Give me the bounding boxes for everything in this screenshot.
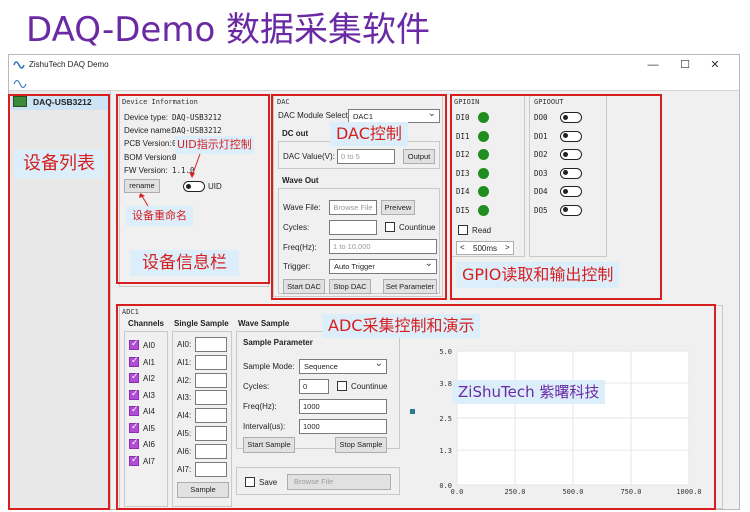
close-button[interactable]: ✕ bbox=[707, 58, 723, 72]
rename-arrow-head bbox=[139, 193, 145, 198]
maximize-button[interactable]: ☐ bbox=[677, 58, 693, 72]
page-title: DAQ-Demo 数据采集软件 bbox=[26, 10, 431, 50]
rename-arrow bbox=[141, 195, 149, 207]
uid-arrow bbox=[191, 153, 201, 177]
window-title: ZishuTech DAQ Demo bbox=[29, 60, 109, 69]
adc-note: ADC采集控制和演示 bbox=[322, 314, 481, 338]
annotation-arrows bbox=[139, 153, 201, 207]
toolbar-strip bbox=[9, 75, 739, 91]
uid-arrow-head bbox=[189, 172, 195, 178]
minimize-button[interactable]: — bbox=[645, 58, 661, 72]
device-info-note: 设备信息栏 bbox=[130, 250, 239, 276]
watermark-note: ZiShuTech 紫曙科技 bbox=[452, 380, 606, 404]
gpio-note: GPIO读取和输出控制 bbox=[456, 262, 620, 288]
app-logo-icon bbox=[13, 61, 25, 69]
dac-note: DAC控制 bbox=[330, 122, 408, 146]
waveform-icon bbox=[13, 79, 27, 89]
title-bar: ZishuTech DAQ Demo — ☐ ✕ bbox=[9, 55, 739, 75]
device-list-note: 设备列表 bbox=[14, 150, 104, 178]
